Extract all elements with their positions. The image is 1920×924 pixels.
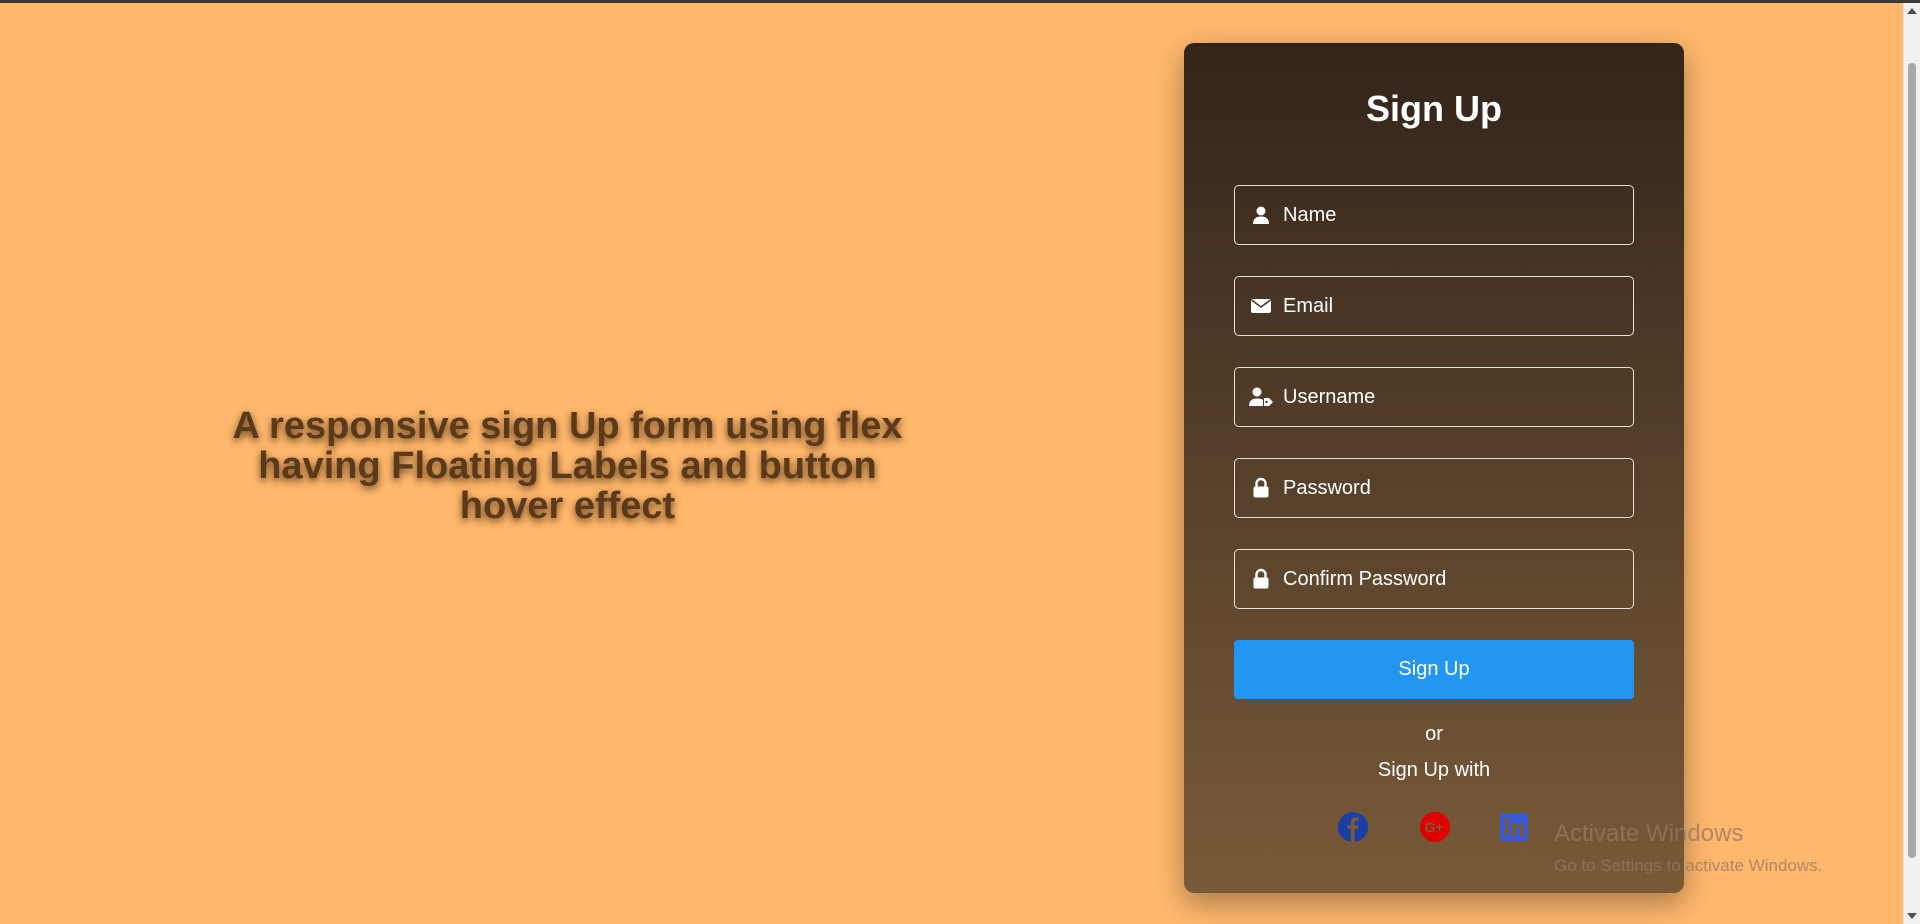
lock-icon [1235,568,1283,590]
watermark-title: Activate Windows [1554,820,1744,847]
username-label: Username [1283,385,1376,408]
signup-card: Sign Up Name Email Username Password Con… [1184,43,1684,893]
linkedin-icon[interactable] [1498,811,1530,843]
activate-windows-watermark: Activate Windows Go to Settings to activ… [1554,820,1822,876]
email-label: Email [1283,294,1334,317]
svg-text:G+: G+ [1424,819,1443,835]
name-label: Name [1283,203,1337,226]
vertical-scrollbar[interactable] [1903,3,1920,924]
user-tag-icon [1235,386,1283,408]
signup-with-text: Sign Up with [1377,759,1491,781]
lock-icon [1235,477,1283,499]
signup-title: Sign Up [1366,88,1502,129]
google-plus-icon[interactable]: G+ [1419,811,1451,843]
page-headline: A responsive sign Up form using flex hav… [232,405,903,527]
email-field[interactable]: Email [1234,276,1634,336]
password-field[interactable]: Password [1234,458,1634,518]
envelope-icon [1235,297,1283,315]
signup-button[interactable]: Sign Up [1234,640,1634,699]
username-field[interactable]: Username [1234,367,1634,427]
confirm-password-field[interactable]: Confirm Password [1234,549,1634,609]
scroll-thumb[interactable] [1908,63,1916,858]
password-label: Password [1283,476,1371,499]
facebook-icon[interactable] [1337,811,1369,843]
or-divider-text: or [1425,723,1443,745]
user-icon [1235,205,1283,225]
confirm-password-label: Confirm Password [1283,567,1447,590]
scroll-down-arrow-icon[interactable] [1907,913,1917,919]
name-field[interactable]: Name [1234,185,1634,245]
window-top-border [0,0,1920,3]
watermark-subtitle: Go to Settings to activate Windows. [1554,856,1823,875]
scroll-up-arrow-icon[interactable] [1907,8,1917,14]
